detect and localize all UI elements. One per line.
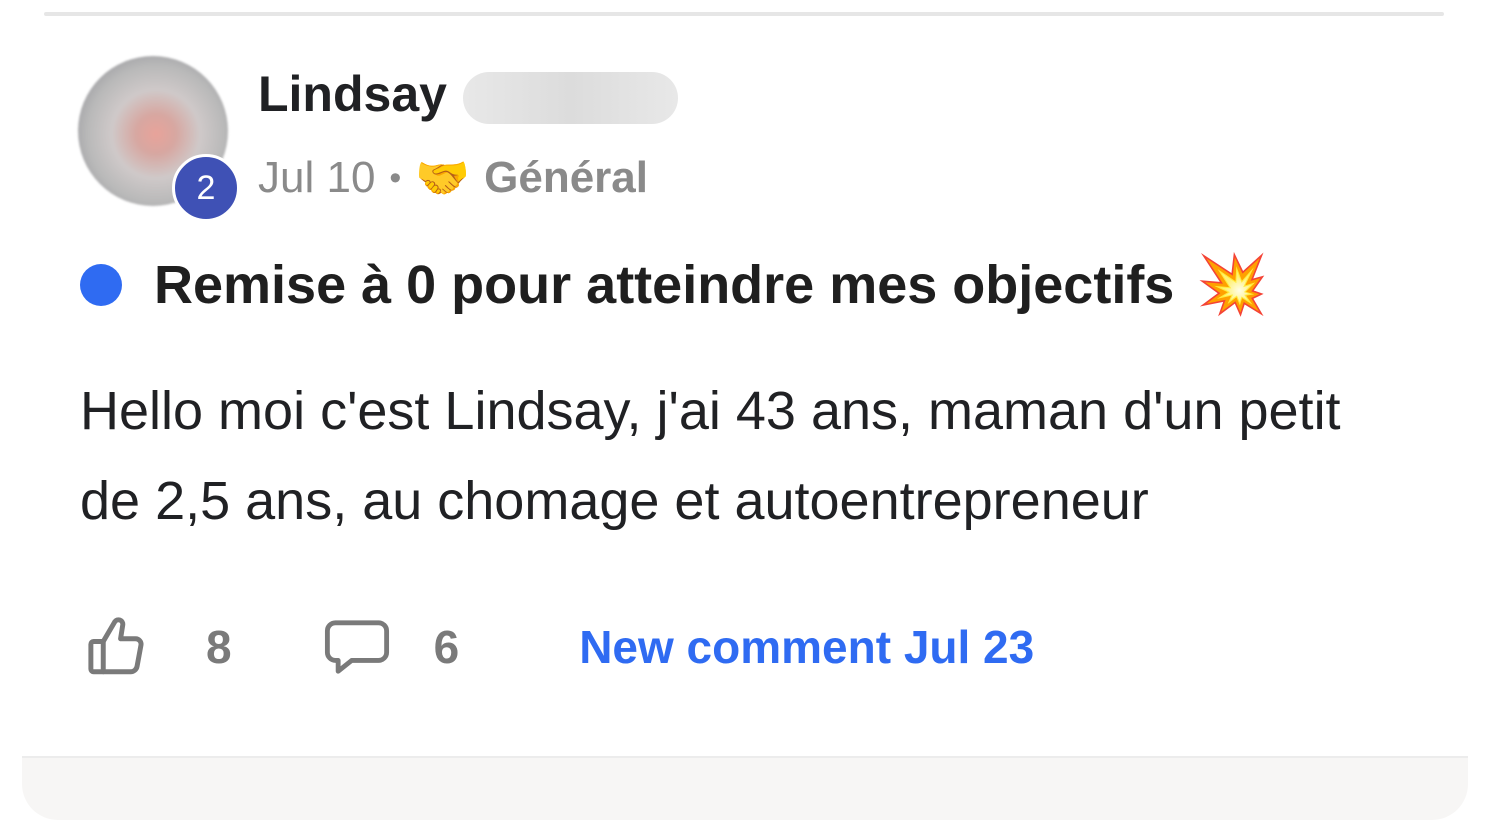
unread-indicator	[80, 264, 122, 306]
comment-button[interactable]: 6	[322, 617, 460, 677]
post-body: Hello moi c'est Lindsay, j'ai 43 ans, ma…	[80, 381, 1341, 531]
thumbs-up-icon	[88, 617, 144, 675]
post-actions: 8 6 New comment Jul 23	[84, 612, 1034, 682]
new-comment-link[interactable]: New comment Jul 23	[579, 620, 1034, 674]
meta-separator: •	[389, 158, 402, 197]
redacted-last-name	[463, 72, 678, 124]
card-footer	[22, 756, 1468, 820]
collision-emoji-icon: 💥	[1196, 252, 1269, 317]
category-link[interactable]: Général	[484, 153, 648, 203]
like-count: 8	[206, 621, 232, 673]
post-title-row[interactable]: Remise à 0 pour atteindre mes objectifs …	[80, 250, 1269, 320]
level-badge: 2	[172, 154, 240, 222]
author-name[interactable]: Lindsay	[258, 64, 447, 124]
like-button[interactable]: 8	[84, 614, 232, 680]
comment-bubble-icon	[324, 620, 389, 674]
comment-count: 6	[433, 621, 460, 673]
handshake-icon: 🤝	[415, 154, 471, 203]
post-meta: Jul 10 • 🤝 Général	[258, 150, 648, 206]
post-title[interactable]: Remise à 0 pour atteindre mes objectifs	[154, 254, 1174, 316]
post-date: Jul 10	[258, 153, 376, 202]
